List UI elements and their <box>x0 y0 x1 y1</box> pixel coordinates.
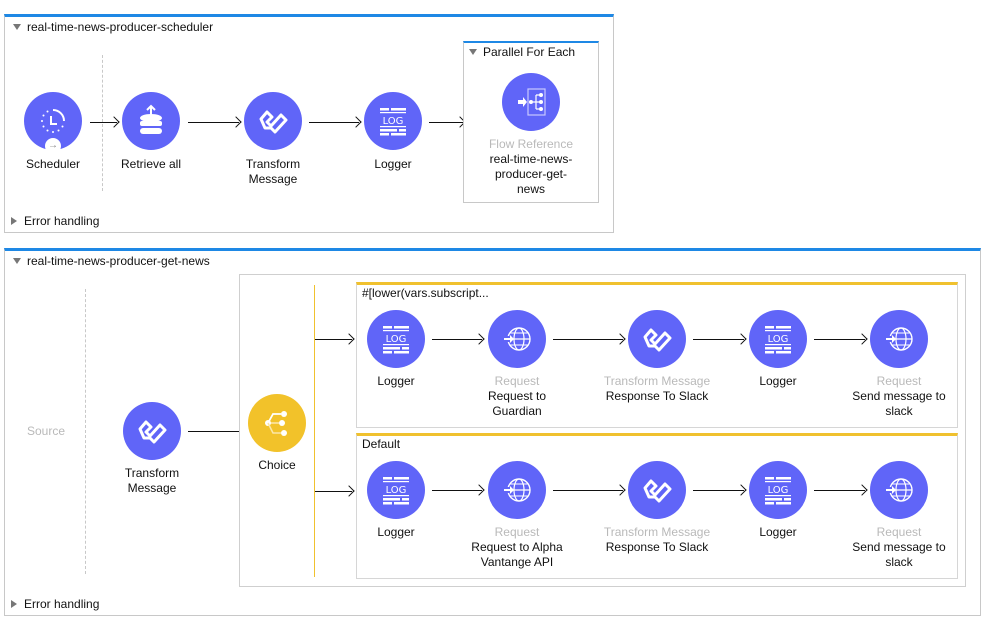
connector-arrow <box>693 490 744 491</box>
logger-node[interactable] <box>749 310 807 368</box>
flow-reference-label: Flow Reference real-time-news-producer-g… <box>488 137 574 196</box>
route-condition[interactable]: #[lower(vars.subscript... <box>362 286 489 300</box>
retrieve-all-node[interactable] <box>122 92 180 150</box>
node-label: Logger <box>759 525 797 539</box>
choice-icon <box>265 411 287 436</box>
choice-route-default[interactable]: Default Logger Request Request to Alpha V… <box>356 433 958 579</box>
node-label: Request Request to Guardian <box>487 374 547 418</box>
route-condition[interactable]: Default <box>362 437 400 451</box>
connector-arrow <box>693 339 744 340</box>
flow-title[interactable]: real-time-news-producer-get-news <box>13 254 210 268</box>
connector-arrow <box>90 122 117 123</box>
log-icon <box>383 477 409 505</box>
node-label: Request Send message to slack <box>852 374 946 418</box>
connector-arrow <box>315 339 352 340</box>
connector-arrow <box>553 490 623 491</box>
database-upload-icon <box>140 104 162 134</box>
http-request-icon <box>503 478 531 502</box>
logger-node[interactable] <box>367 461 425 519</box>
collapse-icon[interactable] <box>13 258 21 264</box>
connector-arrow <box>432 490 482 491</box>
source-badge-icon: → <box>45 138 61 154</box>
connector-arrow <box>315 491 352 492</box>
flow-scheduler[interactable]: real-time-news-producer-scheduler → Sche… <box>4 14 614 233</box>
connector-arrow <box>432 339 482 340</box>
choice-branch-line <box>314 285 315 577</box>
connector-arrow <box>814 490 865 491</box>
collapse-icon[interactable] <box>469 49 477 55</box>
connector-arrow <box>814 339 865 340</box>
node-label: Transform Message Response To Slack <box>603 525 711 554</box>
flow-reference-icon <box>518 88 546 116</box>
error-handling-toggle[interactable]: Error handling <box>11 214 99 228</box>
parallel-for-each-scope[interactable]: Parallel For Each Flow Reference real-ti… <box>463 41 599 203</box>
choice-router[interactable]: Choice #[lower(vars.subscript... Logger … <box>239 274 966 587</box>
request-node[interactable] <box>870 310 928 368</box>
log-icon <box>765 477 791 505</box>
logger-node[interactable] <box>749 461 807 519</box>
connector-arrow <box>188 431 243 432</box>
transform-icon <box>643 328 672 352</box>
choice-label: Choice <box>258 458 296 472</box>
log-icon <box>383 326 409 354</box>
connector-arrow <box>553 339 623 340</box>
log-icon <box>380 108 406 136</box>
http-request-icon <box>503 327 531 351</box>
collapse-icon[interactable] <box>13 24 21 30</box>
retrieve-all-label: Retrieve all <box>120 157 182 171</box>
logger-node[interactable] <box>367 310 425 368</box>
choice-node[interactable] <box>248 394 306 452</box>
node-label: Request Send message to slack <box>852 525 946 569</box>
flow-reference-node[interactable] <box>502 73 560 131</box>
flow-get-news[interactable]: real-time-news-producer-get-news Source … <box>4 248 981 616</box>
expand-icon[interactable] <box>11 217 17 225</box>
scheduler-node[interactable]: → <box>24 92 82 154</box>
request-node[interactable] <box>488 461 546 519</box>
error-handling-toggle[interactable]: Error handling <box>11 597 99 611</box>
request-node[interactable] <box>870 461 928 519</box>
logger-node[interactable] <box>364 92 422 150</box>
http-request-icon <box>885 327 913 351</box>
expand-icon[interactable] <box>11 600 17 608</box>
transform-message-label: Transform Message <box>245 157 301 186</box>
node-label: Logger <box>377 525 415 539</box>
logger-label: Logger <box>374 157 412 171</box>
transform-message-node[interactable] <box>628 461 686 519</box>
connector-arrow <box>429 122 463 123</box>
node-label: Request Request to Alpha Vantange API <box>471 525 563 569</box>
http-request-icon <box>885 478 913 502</box>
source-placeholder[interactable]: Source <box>27 424 65 438</box>
node-label: Transform Message Response To Slack <box>603 374 711 403</box>
transform-message-node[interactable] <box>628 310 686 368</box>
node-label: Logger <box>377 374 415 388</box>
transform-message-label: Transform Message <box>124 466 180 495</box>
source-divider <box>85 289 86 574</box>
log-icon <box>765 326 791 354</box>
transform-icon <box>643 479 672 503</box>
connector-arrow <box>309 122 359 123</box>
flow-title[interactable]: real-time-news-producer-scheduler <box>13 20 213 34</box>
transform-message-node[interactable] <box>244 92 302 150</box>
request-node[interactable] <box>488 310 546 368</box>
connector-arrow <box>188 122 239 123</box>
choice-route-when[interactable]: #[lower(vars.subscript... Logger Request… <box>356 282 958 428</box>
transform-message-node[interactable] <box>123 402 181 460</box>
transform-icon <box>259 110 288 134</box>
transform-icon <box>138 420 167 444</box>
scope-title[interactable]: Parallel For Each <box>469 45 575 59</box>
node-label: Logger <box>759 374 797 388</box>
